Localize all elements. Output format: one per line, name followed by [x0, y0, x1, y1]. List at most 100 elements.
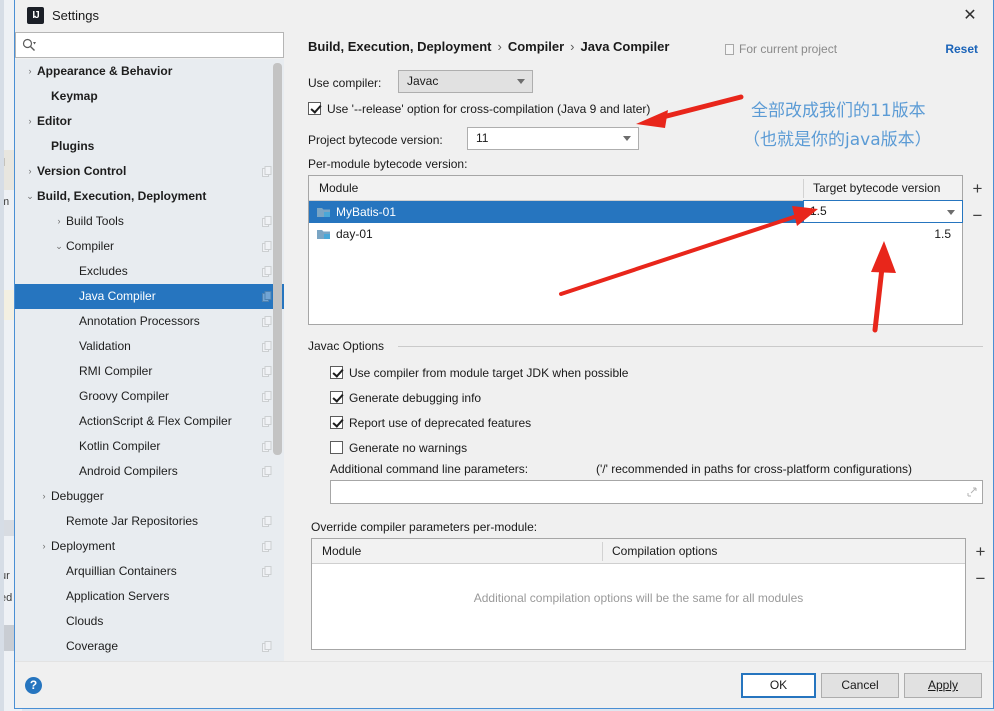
chevron-down-icon[interactable]: ⌄ — [52, 234, 66, 259]
chevron-right-icon[interactable]: › — [37, 534, 51, 559]
target-bytecode-editor[interactable]: 1.5 — [803, 200, 963, 223]
remove-module-button[interactable]: − — [963, 202, 992, 229]
sidebar-item-actionscript-flex-compiler[interactable]: ActionScript & Flex Compiler — [15, 409, 284, 434]
sidebar-item-excludes[interactable]: Excludes — [15, 259, 284, 284]
chevron-right-icon[interactable]: › — [23, 109, 37, 134]
sidebar-item-application-servers[interactable]: Application Servers — [15, 584, 284, 609]
use-compiler-dropdown[interactable]: Javac — [398, 70, 533, 93]
javac-options-group-title: Javac Options — [308, 339, 391, 353]
sidebar-item-compiler[interactable]: ⌄ Compiler — [15, 234, 284, 259]
sidebar-item-remote-jar-repositories[interactable]: Remote Jar Repositories — [15, 509, 284, 534]
chevron-down-icon[interactable] — [947, 210, 955, 215]
chevron-right-icon[interactable]: › — [52, 209, 66, 234]
copy-settings-icon[interactable] — [262, 566, 272, 577]
table-row[interactable]: day-01 1.5 — [309, 223, 962, 245]
sidebar-item-kotlin-compiler[interactable]: Kotlin Compiler — [15, 434, 284, 459]
chevron-right-icon[interactable]: › — [23, 59, 37, 84]
release-option-checkbox-row[interactable]: Use '--release' option for cross-compila… — [308, 102, 650, 116]
sidebar-item-java-compiler[interactable]: Java Compiler — [15, 284, 284, 309]
scope-indicator: For current project — [725, 42, 837, 56]
sidebar-item-build-tools[interactable]: › Build Tools — [15, 209, 284, 234]
sidebar-item-clouds[interactable]: Clouds — [15, 609, 284, 634]
scope-label: For current project — [739, 42, 838, 56]
sidebar-item-plugins[interactable]: Plugins — [15, 134, 284, 159]
settings-sidebar[interactable]: › Appearance & Behavior Keymap › Editor Plugi… — [15, 59, 284, 661]
sidebar-item-arquillian-containers[interactable]: Arquillian Containers — [15, 559, 284, 584]
column-header-target-bytecode[interactable]: Target bytecode version — [803, 176, 940, 200]
search-box[interactable] — [15, 32, 284, 58]
copy-settings-icon[interactable] — [262, 216, 272, 227]
sidebar-item-android-compilers[interactable]: Android Compilers — [15, 459, 284, 484]
search-input[interactable] — [40, 33, 281, 57]
copy-settings-icon[interactable] — [262, 441, 272, 452]
release-option-checkbox[interactable] — [308, 102, 321, 115]
sidebar-item-groovy-compiler[interactable]: Groovy Compiler — [15, 384, 284, 409]
sidebar-item-label: Coverage — [66, 639, 119, 653]
sidebar-item-coverage[interactable]: Coverage — [15, 634, 284, 659]
copy-settings-icon[interactable] — [262, 366, 272, 377]
copy-settings-icon[interactable] — [262, 641, 272, 652]
expand-icon[interactable] — [967, 487, 977, 497]
annotation-line-1: 全部改成我们的11版本 — [751, 101, 926, 121]
sidebar-item-version-control[interactable]: › Version Control — [15, 159, 284, 184]
copy-settings-icon[interactable] — [262, 291, 272, 302]
javac-option-checkbox[interactable] — [330, 441, 343, 454]
chevron-right-icon[interactable]: › — [23, 159, 37, 184]
sidebar-item-rmi-compiler[interactable]: RMI Compiler — [15, 359, 284, 384]
javac-option-row[interactable]: Report use of deprecated features — [330, 416, 531, 430]
breadcrumb-item-2: Java Compiler — [580, 39, 670, 54]
javac-options-divider — [398, 346, 983, 347]
copy-settings-icon[interactable] — [262, 516, 272, 527]
sidebar-item-label: Remote Jar Repositories — [66, 514, 199, 528]
column-header-compilation-options[interactable]: Compilation options — [602, 539, 717, 563]
help-icon[interactable]: ? — [25, 677, 42, 694]
copy-settings-icon[interactable] — [262, 466, 272, 477]
table-header: Module Compilation options — [312, 539, 965, 564]
copy-settings-icon[interactable] — [262, 166, 272, 177]
javac-option-row[interactable]: Use compiler from module target JDK when… — [330, 366, 628, 380]
sidebar-item-annotation-processors[interactable]: Annotation Processors — [15, 309, 284, 334]
copy-settings-icon[interactable] — [262, 391, 272, 402]
per-module-bytecode-table[interactable]: Module Target bytecode version MyBatis-0… — [308, 175, 963, 325]
close-icon[interactable]: ✕ — [947, 0, 993, 31]
chevron-right-icon[interactable]: › — [37, 484, 51, 509]
copy-settings-icon[interactable] — [262, 241, 272, 252]
javac-option-checkbox[interactable] — [330, 366, 343, 379]
copy-settings-icon[interactable] — [262, 416, 272, 427]
cancel-button[interactable]: Cancel — [821, 673, 899, 698]
copy-settings-icon[interactable] — [262, 341, 272, 352]
breadcrumb-item-1[interactable]: Compiler — [508, 39, 564, 54]
javac-option-row[interactable]: Generate no warnings — [330, 441, 467, 455]
project-bytecode-dropdown[interactable]: 11 — [467, 127, 639, 150]
chevron-down-icon[interactable]: ⌄ — [23, 184, 37, 209]
ok-button[interactable]: OK — [741, 673, 816, 698]
breadcrumb-item-0[interactable]: Build, Execution, Deployment — [308, 39, 491, 54]
sidebar-item-keymap[interactable]: Keymap — [15, 84, 284, 109]
target-bytecode-value[interactable]: 1.5 — [803, 223, 951, 245]
remove-override-button[interactable]: − — [966, 565, 993, 592]
sidebar-scrollbar-thumb[interactable] — [273, 63, 282, 455]
copy-settings-icon[interactable] — [262, 316, 272, 327]
javac-option-checkbox[interactable] — [330, 391, 343, 404]
sidebar-item-debugger[interactable]: › Debugger — [15, 484, 284, 509]
sidebar-item-build-execution-deployment[interactable]: ⌄ Build, Execution, Deployment — [15, 184, 284, 209]
reset-link[interactable]: Reset — [945, 42, 978, 56]
column-header-module[interactable]: Module — [312, 539, 361, 563]
sidebar-item-appearance-behavior[interactable]: › Appearance & Behavior — [15, 59, 284, 84]
add-module-button[interactable]: + — [963, 175, 992, 202]
javac-option-row[interactable]: Generate debugging info — [330, 391, 481, 405]
override-params-table[interactable]: Module Compilation options Additional co… — [311, 538, 966, 650]
sidebar-item-validation[interactable]: Validation — [15, 334, 284, 359]
apply-button[interactable]: Apply — [904, 673, 982, 698]
sidebar-item-editor[interactable]: › Editor — [15, 109, 284, 134]
project-bytecode-label: Project bytecode version: — [308, 133, 443, 147]
copy-settings-icon[interactable] — [262, 541, 272, 552]
column-header-module[interactable]: Module — [309, 176, 358, 200]
copy-settings-icon[interactable] — [262, 266, 272, 277]
sidebar-item-deployment[interactable]: › Deployment — [15, 534, 284, 559]
add-override-button[interactable]: + — [966, 538, 993, 565]
additional-params-input[interactable] — [330, 480, 983, 504]
javac-option-checkbox[interactable] — [330, 416, 343, 429]
sidebar-item-label: Excludes — [79, 264, 128, 278]
table-row[interactable]: MyBatis-01 1.5 — [309, 200, 963, 223]
